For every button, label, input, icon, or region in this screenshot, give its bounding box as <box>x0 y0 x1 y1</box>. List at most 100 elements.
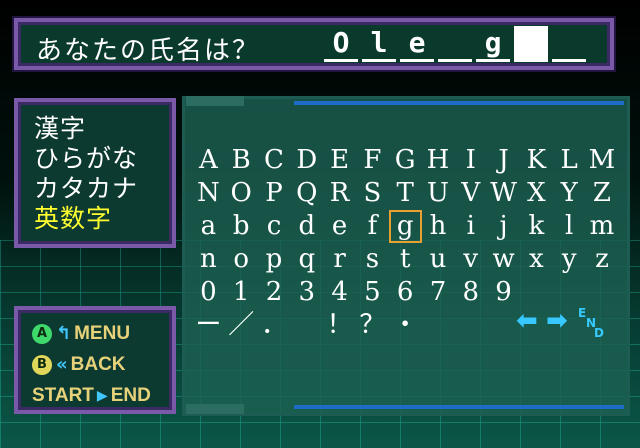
cursor-left-arrow-icon[interactable]: ⬅ <box>516 306 538 336</box>
name-slot <box>552 26 586 62</box>
char-cell[interactable]: r <box>323 243 356 276</box>
char-cell[interactable]: Y <box>553 177 586 210</box>
char-cell[interactable]: t <box>389 243 422 276</box>
char-cell[interactable]: q <box>290 243 323 276</box>
char-cell[interactable]: X <box>520 177 553 210</box>
char-cell[interactable]: 0 <box>192 276 225 309</box>
char-cell[interactable]: E <box>323 144 356 177</box>
char-cell[interactable]: 9 <box>487 276 520 309</box>
char-cell[interactable]: f <box>356 210 389 243</box>
char-cell[interactable]: 3 <box>290 276 323 309</box>
panel-bottom-tab <box>186 404 244 414</box>
char-cell[interactable]: V <box>454 177 487 210</box>
char-cell[interactable]: G <box>389 144 422 177</box>
char-cell[interactable]: F <box>356 144 389 177</box>
panel-top-tab <box>186 96 244 106</box>
b-button-icon: B <box>32 354 52 375</box>
return-arrow-icon: ↰ <box>56 323 72 344</box>
mode-hiragana[interactable]: ひらがな <box>34 144 172 174</box>
char-cell[interactable]: x <box>520 243 553 276</box>
char-cell[interactable]: 1 <box>225 276 258 309</box>
input-mode-menu: 漢字 ひらがな カタカナ 英数字 <box>14 98 176 248</box>
char-row: ABCDEFGHIJKLM <box>192 144 618 177</box>
char-cell[interactable]: b <box>225 210 258 243</box>
name-slot: g <box>476 26 510 62</box>
char-cell[interactable]: T <box>389 177 422 210</box>
menu-label: MENU <box>74 322 131 344</box>
button-legend: A ↰ MENU B « BACK START ▶ END <box>14 306 176 414</box>
char-cell[interactable]: w <box>487 243 520 276</box>
char-cell[interactable]: c <box>258 210 291 243</box>
char-cell[interactable]: ？ <box>356 309 389 342</box>
char-cell[interactable]: 8 <box>454 276 487 309</box>
char-cell[interactable]: P <box>258 177 291 210</box>
legend-back-row: B « BACK <box>32 349 172 380</box>
char-row: abcdefghijklm <box>192 210 618 243</box>
char-cell[interactable]: h <box>422 210 455 243</box>
char-cell[interactable]: a <box>192 210 225 243</box>
char-cell[interactable]: ！ <box>323 309 356 342</box>
char-row: NOPQRSTUVWXYZ <box>192 177 618 210</box>
char-cell[interactable]: R <box>323 177 356 210</box>
char-cell[interactable]: M <box>586 144 619 177</box>
mode-kanji[interactable]: 漢字 <box>34 114 172 144</box>
cursor-right-arrow-icon[interactable]: ➡ <box>546 306 568 336</box>
char-cell <box>454 309 487 342</box>
char-cell[interactable]: N <box>192 177 225 210</box>
mode-katakana[interactable]: カタカナ <box>34 174 172 204</box>
char-cell[interactable]: e <box>323 210 356 243</box>
char-cell[interactable]: p <box>258 243 291 276</box>
char-cell[interactable]: Z <box>586 177 619 210</box>
char-cell[interactable]: H <box>422 144 455 177</box>
char-cell[interactable]: ． <box>258 309 291 342</box>
char-cell[interactable]: u <box>422 243 455 276</box>
name-slot: l <box>362 26 396 62</box>
char-cell[interactable]: Q <box>290 177 323 210</box>
char-cell[interactable]: d <box>290 210 323 243</box>
char-cell[interactable]: 4 <box>323 276 356 309</box>
char-cell[interactable]: ／ <box>225 309 258 342</box>
end-icon[interactable]: E N D <box>578 307 604 339</box>
char-cell[interactable]: n <box>192 243 225 276</box>
name-slots: O l e g <box>324 26 590 62</box>
char-cell[interactable]: i <box>454 210 487 243</box>
char-cell-selected[interactable]: g <box>388 210 422 243</box>
char-cell[interactable]: J <box>487 144 520 177</box>
char-cell[interactable]: U <box>422 177 455 210</box>
char-cell[interactable]: j <box>487 210 520 243</box>
char-cell[interactable]: I <box>454 144 487 177</box>
char-cell[interactable]: C <box>258 144 291 177</box>
mode-alphanumeric[interactable]: 英数字 <box>34 204 172 234</box>
char-cell[interactable]: o <box>225 243 258 276</box>
char-cell[interactable]: W <box>487 177 520 210</box>
char-cell <box>422 309 455 342</box>
char-cell[interactable]: z <box>586 243 619 276</box>
legend-menu-row: A ↰ MENU <box>32 318 172 349</box>
char-cell[interactable]: s <box>356 243 389 276</box>
char-cell[interactable]: O <box>225 177 258 210</box>
legend-end-row: START ▶ END <box>32 380 172 411</box>
char-cell[interactable]: S <box>356 177 389 210</box>
char-cell[interactable]: k <box>520 210 553 243</box>
char-row: nopqrstuvwxyz <box>192 243 618 276</box>
char-cell[interactable]: D <box>290 144 323 177</box>
name-prompt: あなたの氏名は？ <box>36 36 261 66</box>
char-cell[interactable]: y <box>553 243 586 276</box>
char-cell[interactable]: A <box>192 144 225 177</box>
char-cell <box>520 276 553 309</box>
char-cell[interactable]: v <box>454 243 487 276</box>
char-cell[interactable]: l <box>553 210 586 243</box>
char-cell[interactable]: B <box>225 144 258 177</box>
char-cell[interactable]: 5 <box>356 276 389 309</box>
a-button-icon: A <box>32 323 52 344</box>
name-slot: e <box>400 26 434 62</box>
char-cell[interactable]: L <box>553 144 586 177</box>
char-cell[interactable]: 6 <box>389 276 422 309</box>
char-cell[interactable]: 7 <box>422 276 455 309</box>
char-cell[interactable]: K <box>520 144 553 177</box>
char-cell[interactable]: ー <box>192 309 225 342</box>
char-cell[interactable]: ・ <box>389 309 422 342</box>
name-slot: O <box>324 26 358 62</box>
char-cell[interactable]: 2 <box>258 276 291 309</box>
char-cell[interactable]: m <box>586 210 619 243</box>
